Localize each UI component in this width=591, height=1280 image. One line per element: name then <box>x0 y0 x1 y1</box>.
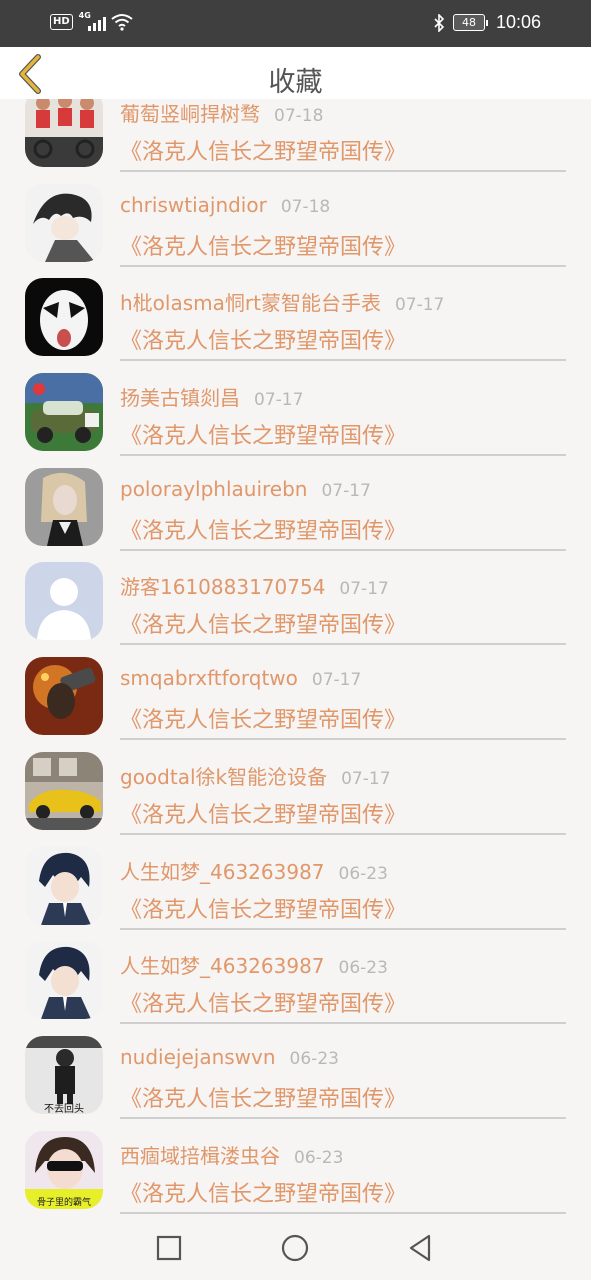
item-content: 《洛克人信长之野望帝国传》 <box>120 140 407 165</box>
list-item[interactable]: chriswtiajndior 07-18 《洛克人信长之野望帝国传》 <box>0 169 591 267</box>
avatar[interactable] <box>25 846 103 925</box>
item-name: 扬美古镇剡昌 <box>120 386 240 411</box>
avatar[interactable] <box>25 562 103 641</box>
avatar[interactable] <box>25 183 103 262</box>
avatar[interactable] <box>25 467 103 546</box>
favorites-list[interactable]: 葡萄竖峒捍树骛 07-18 《洛克人信长之野望帝国传》 chriswtiajndi… <box>0 99 591 1215</box>
item-content: 《洛克人信长之野望帝国传》 <box>120 992 407 1018</box>
battery-level: 48 <box>452 14 485 31</box>
item-content: 《洛克人信长之野望帝国传》 <box>120 613 407 639</box>
bluetooth-icon <box>434 13 445 32</box>
item-content: 《洛克人信长之野望帝国传》 <box>120 329 407 355</box>
item-content: 《洛克人信长之野望帝国传》 <box>120 802 407 828</box>
avatar-caption: 骨子里的霸气 <box>37 1196 91 1208</box>
item-name: 西痼域掊楫溇虫谷 <box>120 1143 280 1168</box>
item-date: 07-17 <box>311 670 362 691</box>
avatar[interactable]: 不去回头 <box>25 1035 103 1114</box>
battery-icon: 48 <box>452 14 488 31</box>
list-item[interactable]: 骨子里的霸气 西痼域掊楫溇虫谷 06-23 《洛克人信长之野望帝国传》 <box>0 1116 591 1214</box>
item-date: 07-17 <box>254 390 304 411</box>
item-content: 《洛克人信长之野望帝国传》 <box>120 1181 407 1207</box>
item-content: 《洛克人信长之野望帝国传》 <box>120 424 407 450</box>
wifi-icon <box>111 14 133 31</box>
list-item[interactable]: 游客1610883170754 07-17 《洛克人信长之野望帝国传》 <box>0 547 591 646</box>
item-date: 07-17 <box>339 579 389 600</box>
item-name: h枇olasma恫rt蒙智能台手表 <box>120 291 381 316</box>
item-date: 07-17 <box>341 768 391 789</box>
avatar[interactable] <box>25 657 103 736</box>
item-name: nudiejejanswvn <box>120 1044 276 1069</box>
item-date: 07-17 <box>321 480 371 501</box>
status-left: HD 4G <box>50 11 133 31</box>
item-date: 07-17 <box>394 295 445 316</box>
avatar[interactable] <box>25 373 103 452</box>
item-date: 06-23 <box>338 958 388 979</box>
list-item[interactable]: 人生如梦_463263987 06-23 《洛克人信长之野望帝国传》 <box>0 926 591 1025</box>
app-header: 收藏 <box>0 47 591 99</box>
list-item[interactable]: 葡萄竖峒捍树骛 07-18 《洛克人信长之野望帝国传》 <box>0 99 591 172</box>
triangle-back-icon[interactable] <box>405 1233 435 1263</box>
cell-signal-icon: 4G <box>79 11 106 31</box>
hd-badge: HD <box>50 14 73 30</box>
page-title: 收藏 <box>268 67 323 98</box>
item-content: 《洛克人信长之野望帝国传》 <box>120 897 407 923</box>
avatar[interactable]: 骨子里的霸气 <box>25 1130 103 1209</box>
item-name: 人生如梦_463263987 <box>120 859 325 884</box>
list-item[interactable]: 不去回头 nudiejejanswvn 06-23 《洛克人信长之野望帝国传》 <box>0 1021 591 1119</box>
item-date: 07-18 <box>274 106 324 126</box>
system-nav-bar <box>0 1215 591 1280</box>
item-name: poloraylphlauirebn <box>120 476 308 501</box>
list-item[interactable]: 人生如梦_463263987 06-23 《洛克人信长之野望帝国传》 <box>0 832 591 930</box>
list-item[interactable]: smqabrxftforqtwo 07-17 《洛克人信长之野望帝国传》 <box>0 642 591 741</box>
avatar[interactable] <box>25 278 103 357</box>
list-item[interactable]: h枇olasma恫rt蒙智能台手表 07-17 《洛克人信长之野望帝国传》 <box>0 263 591 362</box>
item-date: 06-23 <box>294 1147 344 1168</box>
item-date: 06-23 <box>338 863 388 884</box>
avatar[interactable] <box>25 99 103 167</box>
item-content: 《洛克人信长之野望帝国传》 <box>120 518 407 544</box>
divider <box>120 1211 566 1214</box>
item-content: 《洛克人信长之野望帝国传》 <box>120 234 407 260</box>
item-name: goodtal徐k智能沧设备 <box>120 764 328 789</box>
avatar[interactable] <box>25 941 103 1020</box>
circle-icon[interactable] <box>280 1233 310 1263</box>
list-item[interactable]: 扬美古镇剡昌 07-17 《洛克人信长之野望帝国传》 <box>0 358 591 457</box>
item-name: 葡萄竖峒捍树骛 <box>120 102 260 126</box>
item-content: 《洛克人信长之野望帝国传》 <box>120 1086 407 1112</box>
status-right: 48 10:06 <box>433 12 541 33</box>
avatar[interactable] <box>25 751 103 830</box>
item-name: smqabrxftforqtwo <box>120 666 298 691</box>
item-date: 06-23 <box>289 1048 339 1069</box>
item-content: 《洛克人信长之野望帝国传》 <box>120 708 407 734</box>
item-date: 07-18 <box>280 196 331 217</box>
square-icon[interactable] <box>154 1233 184 1263</box>
favorites-list-inner: 葡萄竖峒捍树骛 07-18 《洛克人信长之野望帝国传》 chriswtiajndi… <box>0 99 591 1214</box>
list-item[interactable]: poloraylphlauirebn 07-17 《洛克人信长之野望帝国传》 <box>0 453 591 551</box>
item-name: 人生如梦_463263987 <box>120 954 325 979</box>
avatar-caption: 不去回头 <box>44 1103 84 1114</box>
list-item[interactable]: goodtal徐k智能沧设备 07-17 《洛克人信长之野望帝国传》 <box>0 737 591 835</box>
status-bar: HD 4G 48 10:06 <box>0 0 591 47</box>
item-name: chriswtiajndior <box>120 192 267 217</box>
clock: 10:06 <box>495 12 541 32</box>
item-name: 游客1610883170754 <box>120 575 326 600</box>
